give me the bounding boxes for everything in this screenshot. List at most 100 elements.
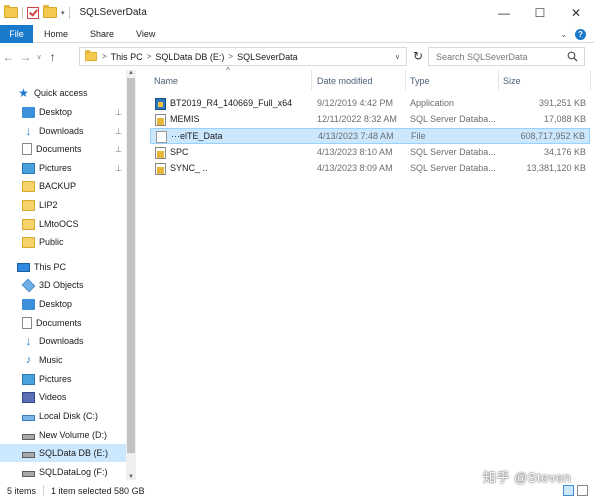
sidebar-item[interactable]: Documents [0, 314, 128, 332]
star-icon: ★ [18, 85, 29, 100]
sidebar-item[interactable]: LIP2 [0, 196, 128, 214]
sidebar-item-label: Videos [39, 392, 67, 402]
back-button[interactable]: ← [0, 50, 17, 64]
details-view-icon[interactable] [563, 485, 574, 496]
sidebar-item[interactable]: ♪ Music [0, 351, 128, 369]
drive-icon [22, 470, 35, 477]
windows-drive-icon [22, 414, 35, 421]
file-date: 12/11/2022 8:32 AM [317, 114, 397, 124]
sidebar-item[interactable]: 3D Objects [0, 276, 128, 294]
breadcrumb-drive[interactable]: SQLData DB (E:) [155, 52, 224, 62]
tab-file[interactable]: File [0, 24, 33, 43]
column-header-size[interactable]: Size [503, 72, 521, 90]
sidebar-item-label: Desktop [39, 299, 73, 309]
properties-icon[interactable] [27, 6, 39, 19]
pin-icon: ⊥ [115, 107, 122, 117]
desktop-icon [22, 106, 35, 118]
sidebar-item-label: SQLData DB (E:) [39, 448, 109, 458]
sidebar-item[interactable]: Documents ⊥ [0, 140, 128, 158]
window-controls: — ☐ ✕ [486, 0, 594, 25]
sidebar-item[interactable]: ★ Quick access [0, 84, 128, 102]
file-name: MEMIS [170, 114, 200, 124]
address-bar[interactable]: > This PC > SQLData DB (E:) > SQLSeverDa… [79, 47, 407, 66]
sidebar-item[interactable]: New Volume (D:) [0, 426, 128, 444]
tab-home[interactable]: Home [33, 29, 79, 39]
folder-icon[interactable] [4, 5, 18, 18]
column-header-type[interactable]: Type [410, 72, 430, 90]
chevron-right-icon[interactable]: > [102, 52, 107, 61]
file-row[interactable]: MEMIS 12/11/2022 8:32 AM SQL Server Databa… [150, 112, 590, 128]
maximize-button[interactable]: ☐ [522, 0, 558, 25]
sidebar-item[interactable]: Local Disk (C:) [0, 407, 128, 425]
application-icon [155, 98, 166, 110]
selection-info: 1 item selected 580 GB [51, 485, 145, 496]
navigation-pane: ★ Quick access Desktop ⊥ ↓ Downloads ⊥ Document… [0, 70, 136, 480]
column-divider[interactable] [405, 70, 406, 90]
nav-scrollbar[interactable]: ▲ ▼ [126, 70, 136, 480]
navigation-row: ← → ∨ ↑ > This PC > SQLData DB (E:) > SQ… [0, 44, 594, 69]
chevron-right-icon[interactable]: > [228, 52, 233, 61]
forward-button[interactable]: → [17, 50, 34, 64]
scroll-up-icon[interactable]: ▲ [126, 70, 136, 76]
sidebar-item[interactable]: ↓ Downloads ⊥ [0, 122, 128, 140]
file-row[interactable]: SYNC_ .. 4/13/2023 8:09 AM SQL Server Data… [150, 161, 590, 177]
sidebar-item[interactable]: SQLDataLog (F:) [0, 463, 128, 480]
new-folder-icon[interactable] [43, 5, 57, 18]
desktop-icon [22, 298, 35, 310]
scroll-thumb[interactable] [127, 78, 135, 453]
file-date: 4/13/2023 8:10 AM [317, 147, 393, 157]
close-button[interactable]: ✕ [558, 0, 594, 25]
document-icon [22, 143, 32, 155]
sidebar-item-label: Pictures [39, 374, 72, 384]
breadcrumb-this-pc[interactable]: This PC [111, 52, 143, 62]
column-header-name[interactable]: Name [154, 72, 178, 90]
file-row[interactable]: SPC 4/13/2023 8:10 AM SQL Server Databa...… [150, 145, 590, 161]
file-name: ···elTE_Data [171, 131, 223, 141]
file-type: File [411, 131, 426, 141]
file-row[interactable]: ···elTE_Data 4/13/2023 7:48 AM File 608,717… [150, 128, 590, 144]
sidebar-item[interactable]: LMtoOCS [0, 215, 128, 233]
file-name: SYNC_ .. [170, 163, 208, 173]
file-row[interactable]: BT2019_R4_140669_Full_x64 9/12/2019 4:42 … [150, 96, 590, 112]
sidebar-item[interactable]: Pictures ⊥ [0, 159, 128, 177]
sidebar-item[interactable]: Desktop [0, 295, 128, 313]
chevron-right-icon[interactable]: > [147, 52, 152, 61]
sidebar-item[interactable]: This PC [0, 258, 128, 276]
file-size: 34,176 KB [543, 147, 586, 157]
column-header-date[interactable]: Date modified [317, 72, 373, 90]
file-date: 4/13/2023 7:48 AM [318, 131, 394, 141]
refresh-button[interactable]: ↻ [411, 49, 425, 63]
up-button[interactable]: ↑ [44, 50, 61, 64]
sidebar-item[interactable]: Videos [0, 388, 128, 406]
search-input[interactable]: Search SQLSeverData [428, 47, 585, 66]
recent-locations-button[interactable]: ∨ [34, 53, 44, 61]
column-divider[interactable] [498, 70, 499, 90]
expand-ribbon-icon[interactable]: ⌄ [560, 30, 567, 39]
window-title: SQLSeverData [79, 7, 147, 18]
file-type: Application [410, 98, 455, 108]
tab-share[interactable]: Share [79, 29, 125, 39]
sidebar-item[interactable]: BACKUP [0, 177, 128, 195]
sidebar-item[interactable]: SQLData DB (E:) [0, 444, 128, 462]
large-icons-view-icon[interactable] [577, 485, 588, 496]
separator [68, 6, 70, 19]
breadcrumb-folder[interactable]: SQLSeverData [237, 52, 298, 62]
sidebar-item-label: Local Disk (C:) [39, 411, 99, 421]
sidebar-item[interactable]: Pictures [0, 370, 128, 388]
column-divider[interactable] [590, 70, 591, 90]
help-icon[interactable]: ? [575, 28, 586, 40]
file-date: 4/13/2023 8:09 AM [317, 163, 393, 173]
database-icon [155, 147, 166, 159]
address-dropdown-icon[interactable]: ∨ [395, 53, 400, 61]
view-switcher [563, 485, 588, 496]
sidebar-item[interactable]: ↓ Downloads [0, 332, 128, 350]
chevron-down-icon[interactable]: ▾ [61, 9, 65, 17]
sidebar-item[interactable]: Desktop ⊥ [0, 103, 128, 121]
scroll-down-icon[interactable]: ▼ [126, 474, 136, 480]
sidebar-item[interactable]: Public [0, 233, 128, 251]
video-icon [22, 391, 35, 403]
minimize-button[interactable]: — [486, 0, 522, 25]
column-divider[interactable] [311, 70, 312, 90]
tab-view[interactable]: View [125, 29, 166, 39]
pin-icon: ⊥ [115, 163, 122, 173]
